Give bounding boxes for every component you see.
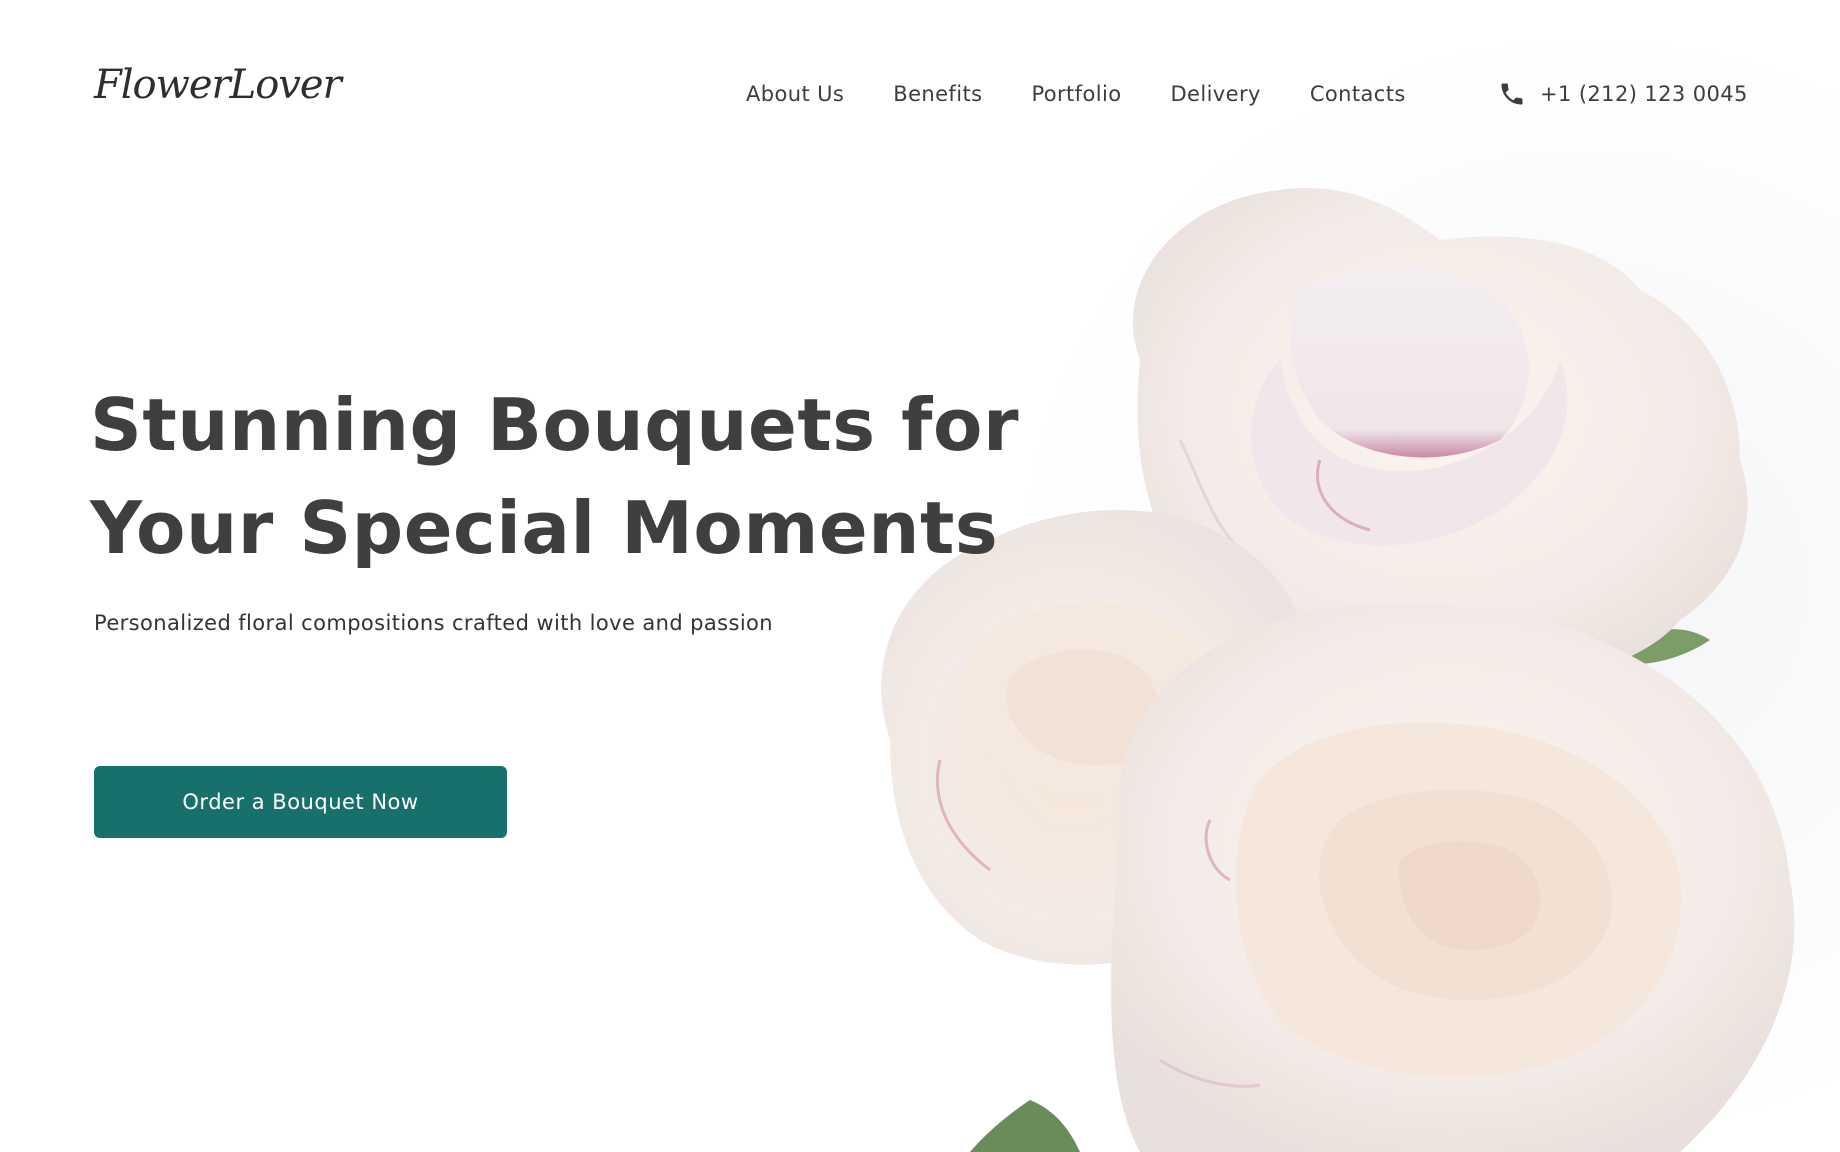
phone-number: +1 (212) 123 0045 [1540,82,1748,106]
order-bouquet-button[interactable]: Order a Bouquet Now [94,766,507,838]
nav-portfolio[interactable]: Portfolio [1031,78,1121,110]
hero-headline-line-2: Your Special Moments [90,486,999,570]
phone-icon [1501,83,1523,105]
landing-page: FlowerLover About Us Benefits Portfolio … [0,0,1840,1152]
nav-delivery[interactable]: Delivery [1170,78,1260,110]
nav-contacts[interactable]: Contacts [1310,78,1406,110]
hero-headline: Stunning Bouquets for Your Special Momen… [90,374,1019,580]
nav-benefits[interactable]: Benefits [893,78,982,110]
main-navigation: About Us Benefits Portfolio Delivery Con… [746,78,1406,110]
peony-bouquet-image [881,188,1795,1152]
hero-headline-line-1: Stunning Bouquets for [90,383,1019,467]
phone-contact[interactable]: +1 (212) 123 0045 [1498,78,1748,110]
hero-subtitle: Personalized floral compositions crafted… [94,611,774,635]
brand-logo[interactable]: FlowerLover [94,62,342,108]
nav-about-us[interactable]: About Us [746,78,844,110]
